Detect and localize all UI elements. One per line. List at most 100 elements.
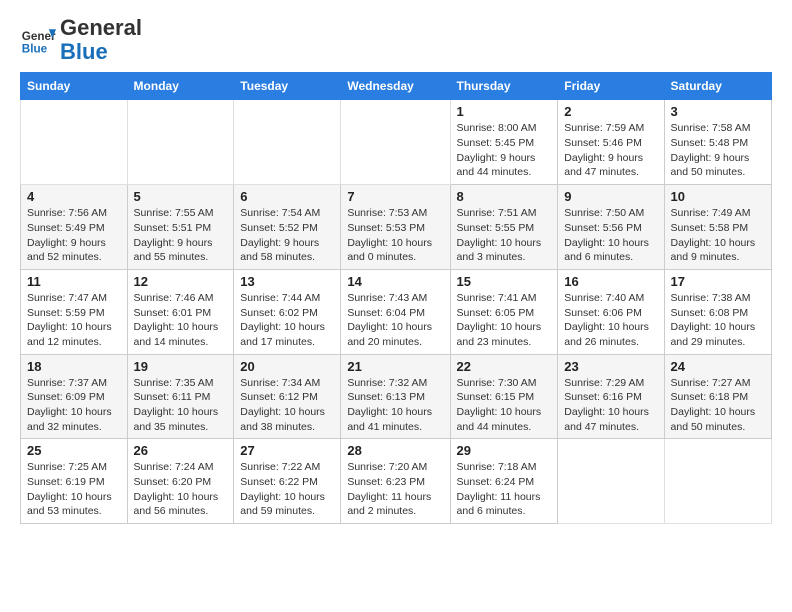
day-info: Sunrise: 7:58 AMSunset: 5:48 PMDaylight:… <box>671 121 765 180</box>
calendar-cell: 29 Sunrise: 7:18 AMSunset: 6:24 PMDayligh… <box>450 439 558 524</box>
day-info: Sunrise: 7:41 AMSunset: 6:05 PMDaylight:… <box>457 291 552 350</box>
col-header-tuesday: Tuesday <box>234 73 341 100</box>
logo-icon: General Blue <box>20 22 56 58</box>
calendar-cell: 13Sunrise: 7:44 AMSunset: 6:02 PMDayligh… <box>234 269 341 354</box>
day-info: Sunrise: 7:54 AMSunset: 5:52 PMDaylight:… <box>240 206 334 265</box>
calendar-cell <box>234 100 341 185</box>
day-number: 7 <box>347 189 443 204</box>
col-header-saturday: Saturday <box>664 73 771 100</box>
day-info: Sunrise: 7:25 AMSunset: 6:19 PMDaylight:… <box>27 460 121 519</box>
day-info: Sunrise: 7:50 AMSunset: 5:56 PMDaylight:… <box>564 206 657 265</box>
calendar-cell: 3 Sunrise: 7:58 AMSunset: 5:48 PMDaylight… <box>664 100 771 185</box>
calendar-cell: 18 Sunrise: 7:37 AMSunset: 6:09 PMDayligh… <box>21 354 128 439</box>
day-info: Sunrise: 7:38 AMSunset: 6:08 PMDaylight:… <box>671 291 765 350</box>
calendar-cell <box>341 100 450 185</box>
day-number: 2 <box>564 104 657 119</box>
calendar-cell: 21Sunrise: 7:32 AMSunset: 6:13 PMDayligh… <box>341 354 450 439</box>
day-info: Sunrise: 7:20 AMSunset: 6:23 PMDaylight:… <box>347 460 443 519</box>
day-info: Sunrise: 7:49 AMSunset: 5:58 PMDaylight:… <box>671 206 765 265</box>
calendar-cell: 16 Sunrise: 7:40 AMSunset: 6:06 PMDayligh… <box>558 269 664 354</box>
calendar-table: SundayMondayTuesdayWednesdayThursdayFrid… <box>20 72 772 524</box>
calendar-cell: 20 Sunrise: 7:34 AMSunset: 6:12 PMDayligh… <box>234 354 341 439</box>
day-number: 8 <box>457 189 552 204</box>
col-header-wednesday: Wednesday <box>341 73 450 100</box>
col-header-sunday: Sunday <box>21 73 128 100</box>
svg-text:Blue: Blue <box>22 43 48 56</box>
calendar-cell: 28 Sunrise: 7:20 AMSunset: 6:23 PMDayligh… <box>341 439 450 524</box>
calendar-cell: 26 Sunrise: 7:24 AMSunset: 6:20 PMDayligh… <box>127 439 234 524</box>
col-header-thursday: Thursday <box>450 73 558 100</box>
calendar-cell: 9 Sunrise: 7:50 AMSunset: 5:56 PMDaylight… <box>558 185 664 270</box>
calendar-cell: 5 Sunrise: 7:55 AMSunset: 5:51 PMDaylight… <box>127 185 234 270</box>
day-info: Sunrise: 7:51 AMSunset: 5:55 PMDaylight:… <box>457 206 552 265</box>
day-info: Sunrise: 7:18 AMSunset: 6:24 PMDaylight:… <box>457 460 552 519</box>
calendar-cell: 2 Sunrise: 7:59 AMSunset: 5:46 PMDaylight… <box>558 100 664 185</box>
day-info: Sunrise: 7:56 AMSunset: 5:49 PMDaylight:… <box>27 206 121 265</box>
calendar-cell <box>664 439 771 524</box>
col-header-friday: Friday <box>558 73 664 100</box>
calendar-cell: 10 Sunrise: 7:49 AMSunset: 5:58 PMDayligh… <box>664 185 771 270</box>
calendar-cell: 22 Sunrise: 7:30 AMSunset: 6:15 PMDayligh… <box>450 354 558 439</box>
calendar-cell: 19 Sunrise: 7:35 AMSunset: 6:11 PMDayligh… <box>127 354 234 439</box>
day-number: 28 <box>347 443 443 458</box>
calendar-cell: 14Sunrise: 7:43 AMSunset: 6:04 PMDayligh… <box>341 269 450 354</box>
day-info: Sunrise: 7:53 AMSunset: 5:53 PMDaylight:… <box>347 206 443 265</box>
day-info: Sunrise: 7:44 AMSunset: 6:02 PMDaylight:… <box>240 291 334 350</box>
calendar-cell: 1 Sunrise: 8:00 AMSunset: 5:45 PMDaylight… <box>450 100 558 185</box>
day-info: Sunrise: 7:59 AMSunset: 5:46 PMDaylight:… <box>564 121 657 180</box>
day-info: Sunrise: 7:27 AMSunset: 6:18 PMDaylight:… <box>671 376 765 435</box>
day-number: 6 <box>240 189 334 204</box>
day-number: 1 <box>457 104 552 119</box>
day-number: 5 <box>134 189 228 204</box>
day-info: Sunrise: 8:00 AMSunset: 5:45 PMDaylight:… <box>457 121 552 180</box>
day-number: 4 <box>27 189 121 204</box>
day-number: 29 <box>457 443 552 458</box>
day-info: Sunrise: 7:37 AMSunset: 6:09 PMDaylight:… <box>27 376 121 435</box>
day-info: Sunrise: 7:24 AMSunset: 6:20 PMDaylight:… <box>134 460 228 519</box>
day-number: 10 <box>671 189 765 204</box>
logo-text: GeneralBlue <box>60 16 142 64</box>
day-number: 14 <box>347 274 443 289</box>
calendar-cell: 8 Sunrise: 7:51 AMSunset: 5:55 PMDaylight… <box>450 185 558 270</box>
day-number: 12 <box>134 274 228 289</box>
calendar-cell: 23Sunrise: 7:29 AMSunset: 6:16 PMDayligh… <box>558 354 664 439</box>
day-info: Sunrise: 7:35 AMSunset: 6:11 PMDaylight:… <box>134 376 228 435</box>
calendar-cell <box>558 439 664 524</box>
col-header-monday: Monday <box>127 73 234 100</box>
day-number: 3 <box>671 104 765 119</box>
calendar-cell: 7 Sunrise: 7:53 AMSunset: 5:53 PMDaylight… <box>341 185 450 270</box>
day-number: 18 <box>27 359 121 374</box>
day-number: 22 <box>457 359 552 374</box>
day-number: 27 <box>240 443 334 458</box>
page-header: General Blue GeneralBlue <box>20 16 772 64</box>
calendar-cell: 12 Sunrise: 7:46 AMSunset: 6:01 PMDayligh… <box>127 269 234 354</box>
day-number: 15 <box>457 274 552 289</box>
day-number: 19 <box>134 359 228 374</box>
day-number: 24 <box>671 359 765 374</box>
day-number: 16 <box>564 274 657 289</box>
calendar-cell: 24 Sunrise: 7:27 AMSunset: 6:18 PMDayligh… <box>664 354 771 439</box>
day-number: 17 <box>671 274 765 289</box>
calendar-cell: 25 Sunrise: 7:25 AMSunset: 6:19 PMDayligh… <box>21 439 128 524</box>
day-number: 23 <box>564 359 657 374</box>
calendar-cell: 4 Sunrise: 7:56 AMSunset: 5:49 PMDaylight… <box>21 185 128 270</box>
day-number: 21 <box>347 359 443 374</box>
calendar-cell: 6 Sunrise: 7:54 AMSunset: 5:52 PMDaylight… <box>234 185 341 270</box>
day-info: Sunrise: 7:30 AMSunset: 6:15 PMDaylight:… <box>457 376 552 435</box>
day-number: 20 <box>240 359 334 374</box>
day-info: Sunrise: 7:47 AMSunset: 5:59 PMDaylight:… <box>27 291 121 350</box>
day-number: 11 <box>27 274 121 289</box>
day-number: 25 <box>27 443 121 458</box>
calendar-cell: 15 Sunrise: 7:41 AMSunset: 6:05 PMDayligh… <box>450 269 558 354</box>
calendar-cell <box>21 100 128 185</box>
day-number: 26 <box>134 443 228 458</box>
calendar-cell: 27 Sunrise: 7:22 AMSunset: 6:22 PMDayligh… <box>234 439 341 524</box>
day-info: Sunrise: 7:22 AMSunset: 6:22 PMDaylight:… <box>240 460 334 519</box>
calendar-cell: 17 Sunrise: 7:38 AMSunset: 6:08 PMDayligh… <box>664 269 771 354</box>
day-info: Sunrise: 7:34 AMSunset: 6:12 PMDaylight:… <box>240 376 334 435</box>
day-info: Sunrise: 7:40 AMSunset: 6:06 PMDaylight:… <box>564 291 657 350</box>
calendar-cell: 11 Sunrise: 7:47 AMSunset: 5:59 PMDayligh… <box>21 269 128 354</box>
day-info: Sunrise: 7:46 AMSunset: 6:01 PMDaylight:… <box>134 291 228 350</box>
day-number: 9 <box>564 189 657 204</box>
day-info: Sunrise: 7:55 AMSunset: 5:51 PMDaylight:… <box>134 206 228 265</box>
